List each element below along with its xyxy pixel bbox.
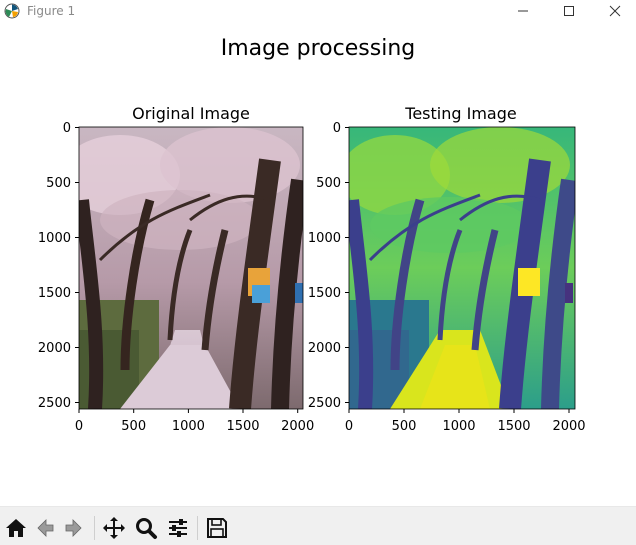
toolbar-separator: [197, 516, 198, 540]
tick-label: 2000: [38, 341, 71, 356]
tick-label: 1500: [38, 286, 71, 301]
minimize-button[interactable]: [500, 0, 546, 22]
testing-image: [349, 127, 575, 409]
close-button[interactable]: [592, 0, 636, 22]
tick-label: 0: [75, 419, 83, 434]
tick-label: 1000: [442, 419, 475, 434]
configure-subplots-icon: [169, 519, 187, 537]
window-titlebar: Figure 1: [0, 0, 636, 22]
tick-label: 0: [345, 419, 353, 434]
matplotlib-icon: [4, 3, 20, 19]
tick-label: 1500: [226, 419, 259, 434]
navigation-toolbar: [0, 506, 636, 545]
home-button[interactable]: [2, 514, 30, 542]
tick-label: 2000: [308, 341, 341, 356]
minimize-icon: [518, 10, 528, 12]
save-icon: [207, 518, 227, 538]
maximize-icon: [564, 6, 574, 16]
forward-icon: [65, 519, 82, 537]
y-axis-ticks-testing: 0 500 1000 1500 2000 2500: [308, 121, 349, 411]
tick-label: 500: [316, 176, 341, 191]
window-title: Figure 1: [27, 4, 76, 18]
tick-label: 500: [46, 176, 71, 191]
axes-testing[interactable]: Testing Image 0 500 1000 1500 2000 0 500…: [308, 104, 586, 434]
axes-title: Testing Image: [404, 104, 516, 123]
x-axis-ticks-testing: 0 500 1000 1500 2000: [345, 409, 586, 434]
back-icon: [37, 519, 54, 537]
toolbar-separator: [94, 516, 95, 540]
zoom-button[interactable]: [132, 514, 160, 542]
home-icon: [6, 519, 26, 537]
axes-original[interactable]: Original Image 0 500 1000 1500 2000 0 50…: [38, 104, 314, 434]
close-icon: [609, 5, 621, 17]
tick-label: 2000: [552, 419, 585, 434]
tick-label: 500: [121, 419, 146, 434]
tick-label: 1500: [308, 286, 341, 301]
tick-label: 0: [333, 121, 341, 136]
x-axis-ticks-original: 0 500 1000 1500 2000: [75, 409, 314, 434]
figure-suptitle: Image processing: [221, 36, 415, 61]
tick-label: 2500: [38, 396, 71, 411]
forward-button[interactable]: [60, 514, 88, 542]
save-button[interactable]: [203, 514, 231, 542]
pan-button[interactable]: [100, 514, 128, 542]
tick-label: 1000: [308, 231, 341, 246]
figure-canvas[interactable]: Image processing Original Image 0 500 10…: [0, 22, 636, 506]
zoom-icon: [136, 518, 157, 539]
configure-subplots-button[interactable]: [164, 514, 192, 542]
tick-label: 2500: [308, 396, 341, 411]
tick-label: 1000: [38, 231, 71, 246]
pan-icon: [103, 517, 125, 539]
tick-label: 1000: [172, 419, 205, 434]
tick-label: 2000: [281, 419, 314, 434]
tick-label: 1500: [497, 419, 530, 434]
axes-title: Original Image: [132, 104, 250, 123]
maximize-button[interactable]: [546, 0, 592, 22]
y-axis-ticks-original: 0 500 1000 1500 2000 2500: [38, 121, 79, 411]
back-button[interactable]: [31, 514, 59, 542]
tick-label: 500: [392, 419, 417, 434]
tick-label: 0: [63, 121, 71, 136]
original-image: [79, 127, 303, 409]
